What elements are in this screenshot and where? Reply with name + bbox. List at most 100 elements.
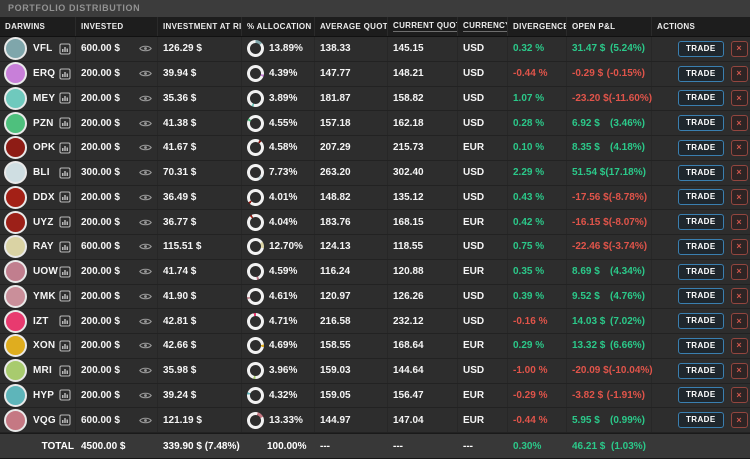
eye-icon[interactable] bbox=[139, 317, 152, 326]
eye-icon[interactable] bbox=[139, 69, 152, 78]
trade-button[interactable]: TRADE bbox=[678, 139, 724, 156]
close-position-button[interactable]: × bbox=[730, 115, 748, 132]
eye-icon[interactable] bbox=[139, 193, 152, 202]
darwin-ticker[interactable]: MEY bbox=[33, 93, 55, 104]
darwin-ticker[interactable]: YMK bbox=[33, 291, 56, 302]
eye-icon[interactable] bbox=[139, 391, 152, 400]
trade-button[interactable]: TRADE bbox=[678, 115, 724, 132]
trade-button[interactable]: TRADE bbox=[678, 164, 724, 181]
eye-icon[interactable] bbox=[139, 416, 152, 425]
trade-button[interactable]: TRADE bbox=[678, 263, 724, 280]
close-position-button[interactable]: × bbox=[730, 288, 748, 305]
trade-button[interactable]: TRADE bbox=[678, 40, 724, 57]
close-position-button[interactable]: × bbox=[730, 214, 748, 231]
close-position-button[interactable]: × bbox=[730, 412, 748, 429]
close-position-button[interactable]: × bbox=[730, 164, 748, 181]
darwin-avatar[interactable] bbox=[4, 383, 27, 407]
darwin-ticker[interactable]: HYP bbox=[33, 390, 54, 401]
bar-chart-icon[interactable] bbox=[59, 414, 71, 426]
trade-button[interactable]: TRADE bbox=[678, 90, 724, 107]
darwin-avatar[interactable] bbox=[4, 37, 27, 61]
trade-button[interactable]: TRADE bbox=[678, 313, 724, 330]
bar-chart-icon[interactable] bbox=[59, 241, 71, 253]
bar-chart-icon[interactable] bbox=[59, 92, 71, 104]
darwin-ticker[interactable]: UOW bbox=[33, 266, 58, 277]
darwin-ticker[interactable]: VFL bbox=[33, 43, 53, 54]
trade-button[interactable]: TRADE bbox=[678, 412, 724, 429]
eye-icon[interactable] bbox=[139, 267, 152, 276]
allocation-donut-hole bbox=[250, 117, 261, 129]
close-position-button[interactable]: × bbox=[730, 337, 748, 354]
darwin-avatar[interactable] bbox=[4, 161, 27, 185]
darwin-avatar[interactable] bbox=[4, 284, 27, 308]
bar-chart-icon[interactable] bbox=[59, 43, 71, 55]
trade-button[interactable]: TRADE bbox=[678, 238, 724, 255]
close-position-button[interactable]: × bbox=[730, 139, 748, 156]
eye-icon[interactable] bbox=[139, 44, 152, 53]
darwin-ticker[interactable]: BLI bbox=[33, 167, 50, 178]
bar-chart-icon[interactable] bbox=[59, 315, 71, 327]
darwin-avatar[interactable] bbox=[4, 309, 27, 333]
eye-icon[interactable] bbox=[139, 366, 152, 375]
open-pnl-value: 13.32 $ bbox=[572, 340, 606, 352]
darwin-avatar[interactable] bbox=[4, 260, 27, 284]
bar-chart-icon[interactable] bbox=[59, 68, 71, 80]
darwin-ticker[interactable]: VQG bbox=[33, 415, 56, 426]
darwin-avatar[interactable] bbox=[4, 334, 27, 358]
darwin-ticker[interactable]: OPK bbox=[33, 142, 55, 153]
eye-icon[interactable] bbox=[139, 119, 152, 128]
bar-chart-icon[interactable] bbox=[59, 365, 71, 377]
darwin-ticker[interactable]: XON bbox=[33, 340, 55, 351]
trade-button[interactable]: TRADE bbox=[678, 387, 724, 404]
current-quote-value: 120.88 bbox=[388, 259, 458, 284]
darwin-avatar[interactable] bbox=[4, 111, 27, 135]
bar-chart-icon[interactable] bbox=[59, 290, 71, 302]
eye-icon[interactable] bbox=[139, 94, 152, 103]
close-position-button[interactable]: × bbox=[730, 90, 748, 107]
bar-chart-icon[interactable] bbox=[59, 340, 71, 352]
darwin-ticker[interactable]: ERQ bbox=[33, 68, 55, 79]
darwin-ticker[interactable]: RAY bbox=[33, 241, 54, 252]
bar-chart-icon[interactable] bbox=[59, 389, 71, 401]
close-position-button[interactable]: × bbox=[730, 189, 748, 206]
trade-button[interactable]: TRADE bbox=[678, 288, 724, 305]
trade-button[interactable]: TRADE bbox=[678, 337, 724, 354]
close-position-button[interactable]: × bbox=[730, 362, 748, 379]
bar-chart-icon[interactable] bbox=[59, 142, 71, 154]
trade-button[interactable]: TRADE bbox=[678, 189, 724, 206]
trade-button[interactable]: TRADE bbox=[678, 362, 724, 379]
darwin-avatar[interactable] bbox=[4, 185, 27, 209]
bar-chart-icon[interactable] bbox=[59, 191, 71, 203]
close-position-button[interactable]: × bbox=[730, 387, 748, 404]
darwin-ticker[interactable]: UYZ bbox=[33, 217, 54, 228]
darwin-avatar[interactable] bbox=[4, 408, 27, 432]
close-position-button[interactable]: × bbox=[730, 65, 748, 82]
eye-icon[interactable] bbox=[139, 143, 152, 152]
trade-button[interactable]: TRADE bbox=[678, 65, 724, 82]
darwin-avatar[interactable] bbox=[4, 210, 27, 234]
close-position-button[interactable]: × bbox=[730, 238, 748, 255]
bar-chart-icon[interactable] bbox=[59, 216, 71, 228]
bar-chart-icon[interactable] bbox=[59, 266, 71, 278]
eye-icon[interactable] bbox=[139, 341, 152, 350]
darwin-avatar[interactable] bbox=[4, 235, 27, 259]
bar-chart-icon[interactable] bbox=[59, 117, 71, 129]
eye-icon[interactable] bbox=[139, 292, 152, 301]
eye-icon[interactable] bbox=[139, 168, 152, 177]
eye-icon[interactable] bbox=[139, 242, 152, 251]
close-position-button[interactable]: × bbox=[730, 40, 748, 57]
darwin-avatar[interactable] bbox=[4, 86, 27, 110]
allocation-donut-hole bbox=[250, 68, 261, 80]
darwin-avatar[interactable] bbox=[4, 62, 27, 86]
bar-chart-icon[interactable] bbox=[59, 167, 71, 179]
darwin-ticker[interactable]: IZT bbox=[33, 316, 49, 327]
close-position-button[interactable]: × bbox=[730, 313, 748, 330]
trade-button[interactable]: TRADE bbox=[678, 214, 724, 231]
darwin-avatar[interactable] bbox=[4, 136, 27, 160]
darwin-ticker[interactable]: MRI bbox=[33, 365, 52, 376]
darwin-ticker[interactable]: DDX bbox=[33, 192, 55, 203]
darwin-ticker[interactable]: PZN bbox=[33, 118, 54, 129]
close-position-button[interactable]: × bbox=[730, 263, 748, 280]
eye-icon[interactable] bbox=[139, 218, 152, 227]
darwin-avatar[interactable] bbox=[4, 359, 27, 383]
